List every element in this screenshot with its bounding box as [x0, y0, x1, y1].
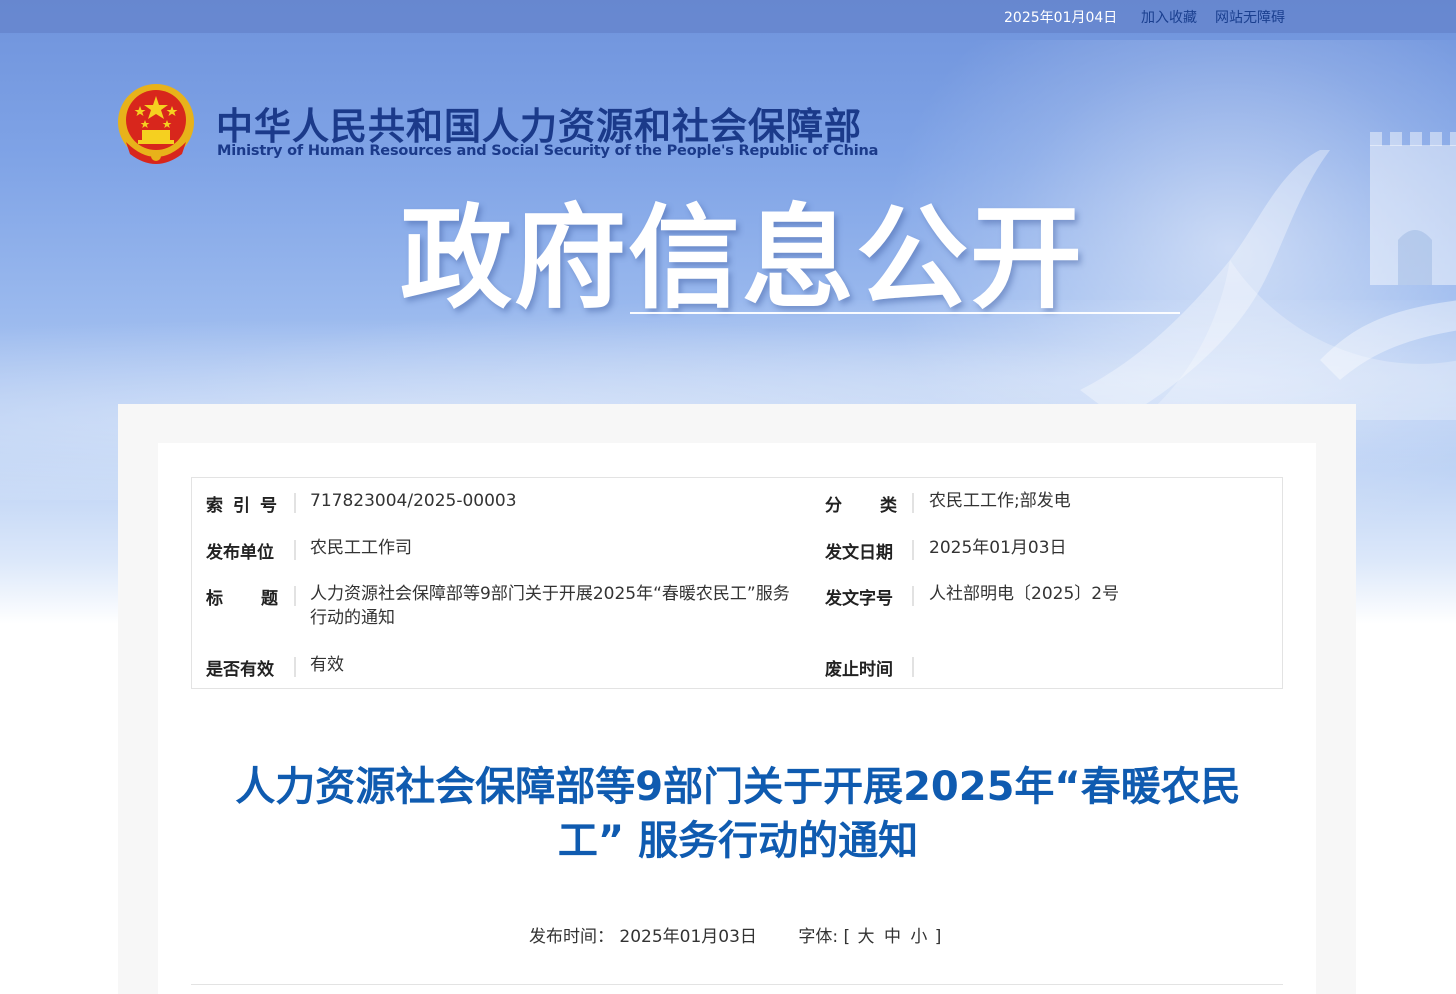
publish-date: 2025年01月03日: [619, 927, 757, 947]
category-label: 分类: [825, 496, 935, 516]
accessibility-link[interactable]: 网站无障碍: [1215, 7, 1285, 27]
title-underline: [630, 312, 1180, 314]
article-title: 人力资源社会保障部等9部门关于开展2025年“春暖农民 工” 服务行动的通知: [200, 760, 1276, 868]
index-no-value: 717823004/2025-00003: [310, 491, 517, 511]
separator: [294, 540, 296, 560]
great-wall-illustration: [1080, 132, 1456, 420]
site-name-en: Ministry of Human Resources and Social S…: [217, 143, 879, 159]
separator: [294, 493, 296, 513]
issue-date-label: 发文日期: [825, 543, 893, 563]
top-bar: 2025年01月04日 加入收藏 网站无障碍: [0, 0, 1456, 33]
valid-label: 是否有效: [206, 660, 274, 680]
publisher-value: 农民工工作司: [310, 538, 412, 558]
current-date: 2025年01月04日: [1004, 10, 1118, 26]
font-medium-button[interactable]: 中: [882, 922, 903, 947]
national-emblem-icon[interactable]: [116, 82, 196, 168]
metadata-table: 索引号 717823004/2025-00003 分类 农民工工作;部发电 发布…: [191, 477, 1283, 689]
font-large-button[interactable]: 大: [856, 922, 877, 947]
publisher-label: 发布单位: [206, 543, 274, 563]
doc-no-label: 发文字号: [825, 589, 893, 609]
separator: [294, 586, 296, 606]
publish-label: 发布时间：: [529, 927, 614, 947]
font-bracket-close: ]: [934, 927, 942, 947]
separator: [912, 586, 914, 606]
separator: [912, 657, 914, 677]
title-label: 标题: [206, 589, 316, 609]
doc-no-value: 人社部明电〔2025〕2号: [929, 584, 1120, 604]
article-title-line: 工” 服务行动的通知: [557, 818, 919, 864]
issue-date-value: 2025年01月03日: [929, 538, 1067, 558]
separator: [912, 493, 914, 513]
site-name-cn: 中华人民共和国人力资源和社会保障部: [216, 105, 862, 148]
separator: [912, 540, 914, 560]
section-title: 政府信息公开: [400, 194, 1084, 324]
valid-value: 有效: [310, 655, 344, 675]
publish-info: 发布时间： 2025年01月03日 字体: [ 大 中 小 ]: [529, 922, 941, 947]
font-label: 字体:: [798, 927, 839, 947]
separator: [294, 657, 296, 677]
repeal-time-label: 废止时间: [825, 660, 893, 680]
font-bracket-open: [: [843, 927, 851, 947]
add-favorite-link[interactable]: 加入收藏: [1141, 7, 1197, 27]
title-value: 人力资源社会保障部等9部门关于开展2025年“春暖农民工”服务行动的通知: [310, 584, 790, 628]
index-no-label: 索引号: [206, 496, 287, 516]
font-small-button[interactable]: 小: [908, 922, 929, 947]
article-title-line: 人力资源社会保障部等9部门关于开展2025年“春暖农民: [235, 764, 1241, 810]
category-value: 农民工工作;部发电: [929, 491, 1071, 511]
divider: [191, 984, 1283, 985]
font-size-control: 字体: [ 大 中 小 ]: [798, 922, 941, 947]
